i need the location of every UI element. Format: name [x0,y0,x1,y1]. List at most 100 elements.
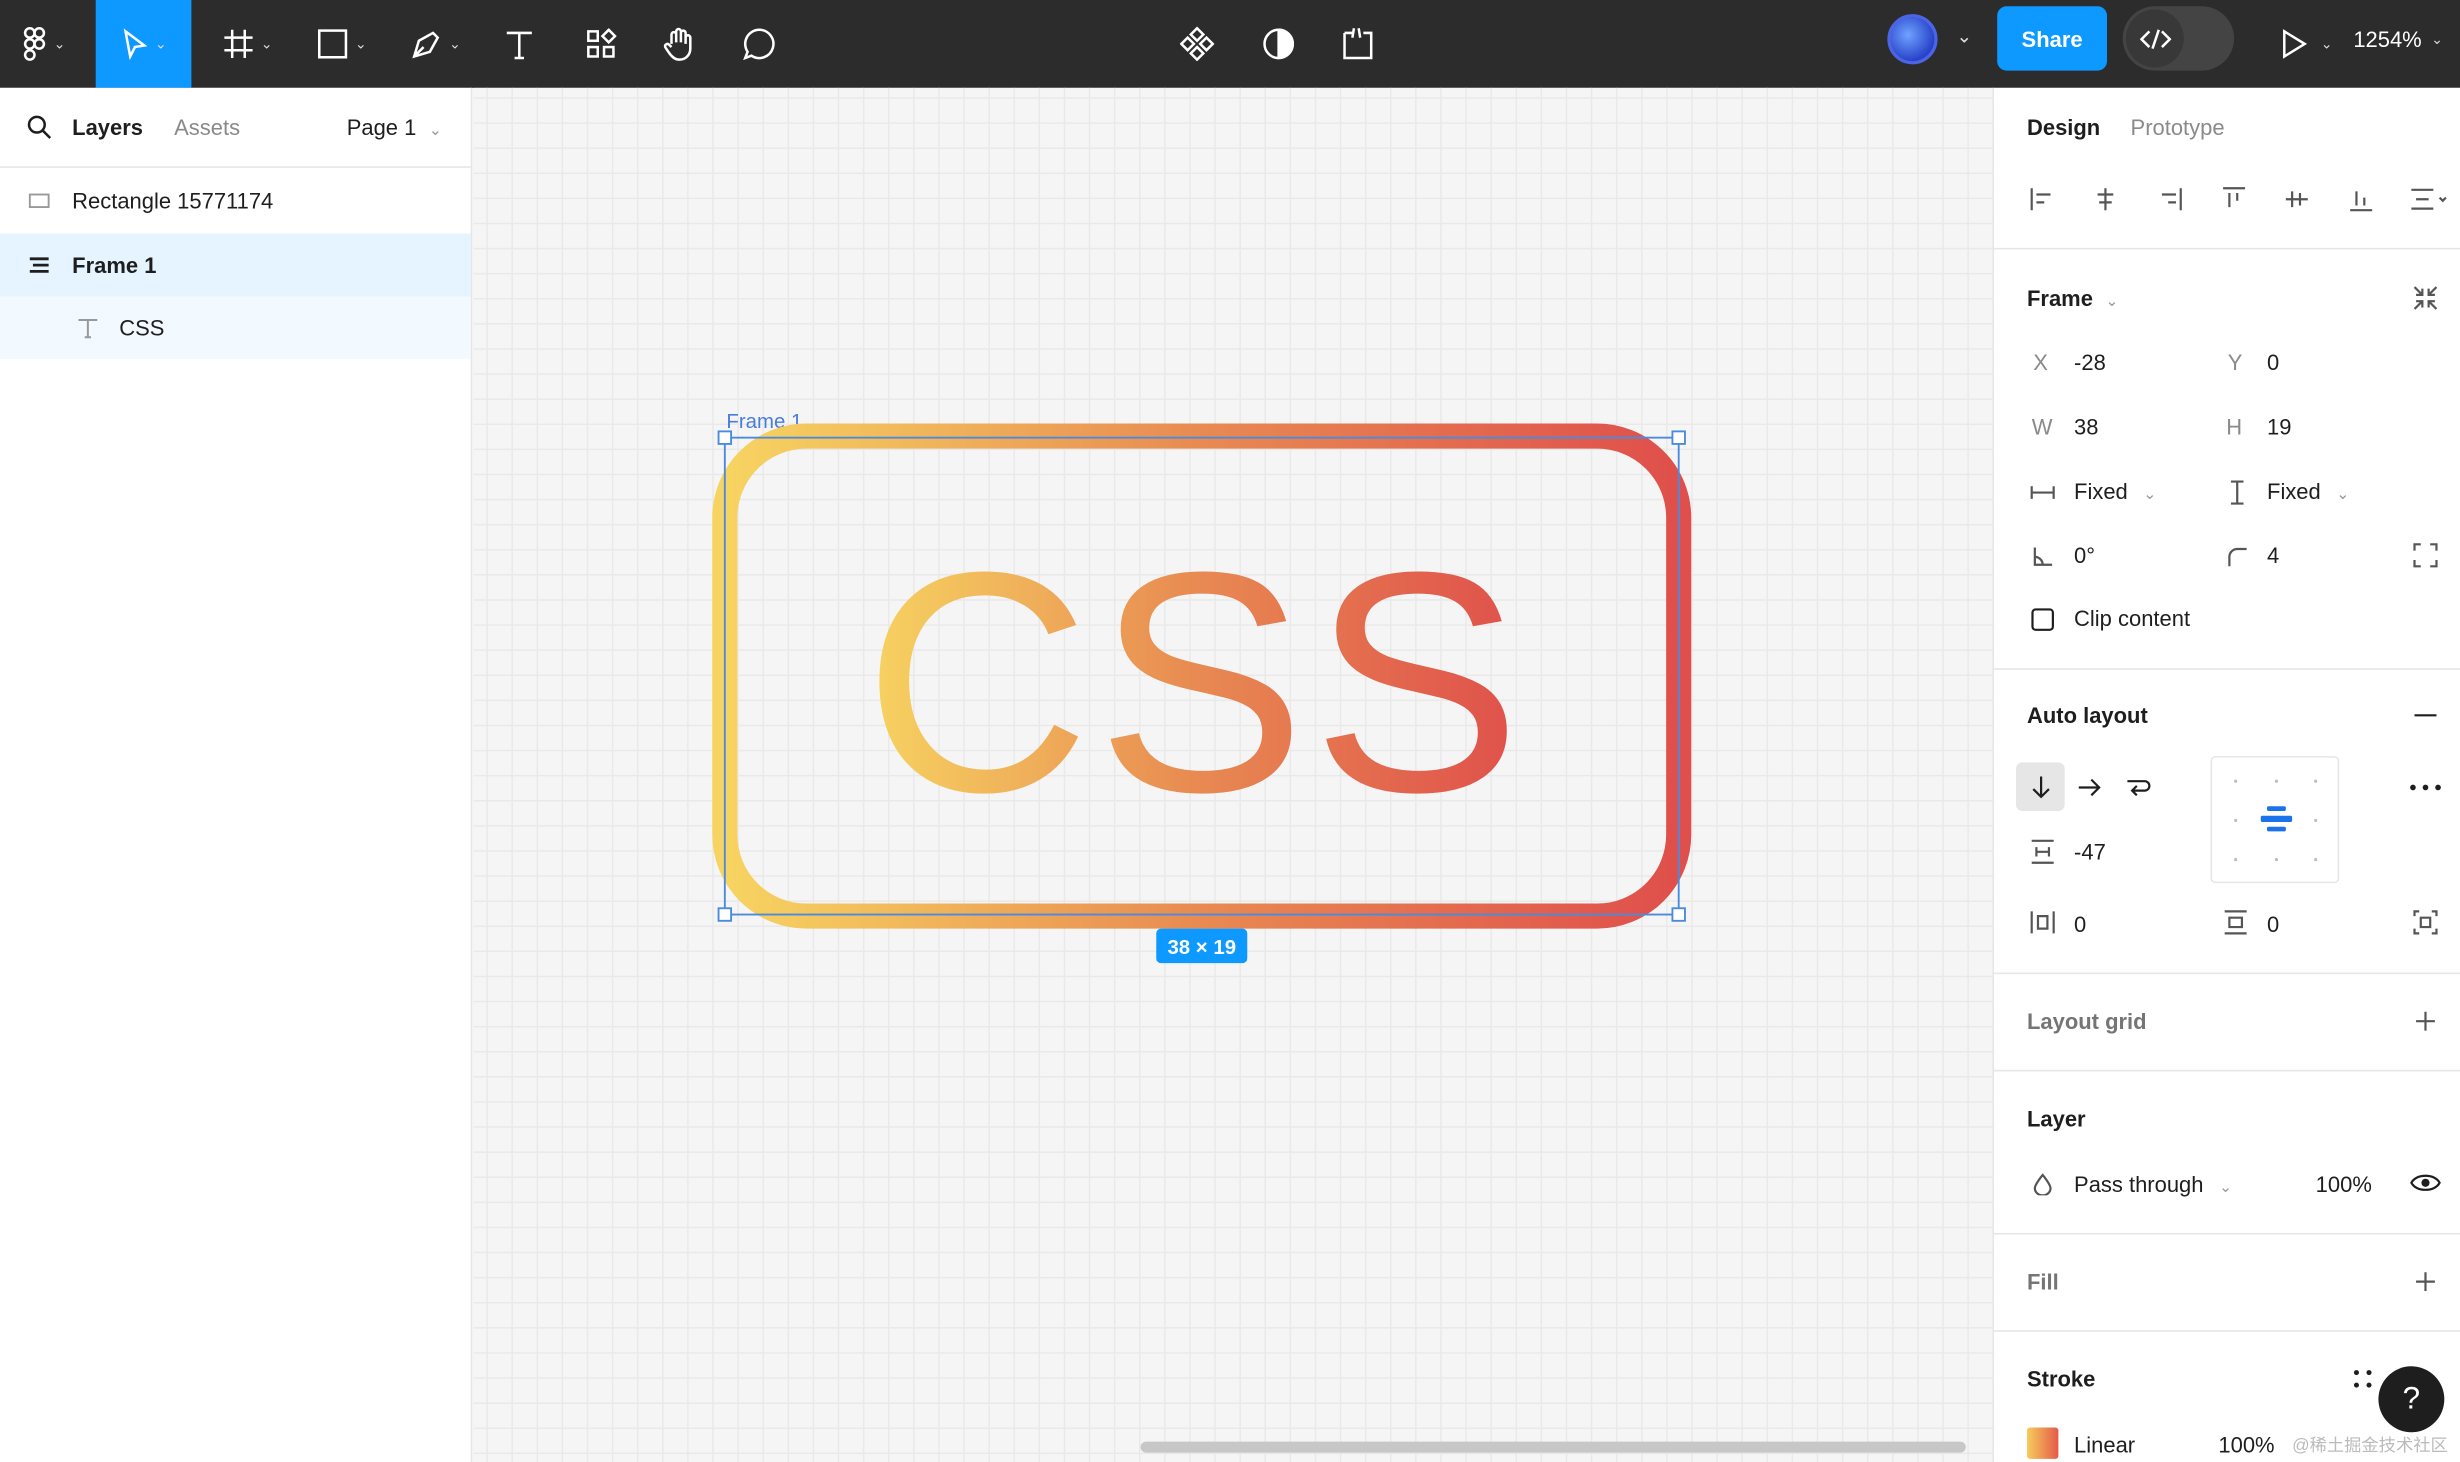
resize-handle[interactable] [717,907,733,922]
stroke-color-swatch[interactable] [2026,1427,2059,1459]
layer-name: Rectangle 15771174 [72,188,274,214]
user-avatar[interactable] [1887,14,1938,65]
share-button[interactable]: Share [1997,6,2108,71]
add-fill-icon[interactable] [2410,1266,2441,1297]
gap-input[interactable]: -47 [2074,839,2106,864]
w-label: W [2031,414,2053,440]
tab-design[interactable]: Design [2027,115,2100,140]
remove-auto-layout-icon[interactable] [2410,700,2441,731]
blend-mode-select[interactable]: Pass through ⌄ [2074,1172,2232,1197]
question-mark-icon: ? [2402,1381,2421,1416]
help-button[interactable]: ? [2378,1366,2445,1433]
chevron-down-icon: ⌄ [2143,486,2157,504]
tab-layers[interactable]: Layers [72,115,143,140]
width-mode-select[interactable]: Fixed ⌄ [2074,478,2156,503]
y-input[interactable]: 0 [2267,350,2279,375]
x-input[interactable]: -28 [2074,350,2106,375]
search-icon[interactable] [27,115,52,140]
horizontal-scrollbar[interactable] [1140,1441,1966,1453]
page-selector[interactable]: Page 1 ⌄ [347,115,442,140]
vertical-direction-icon[interactable] [2016,762,2065,812]
layer-name: Frame 1 [72,252,157,278]
chevron-down-icon: ⌄ [53,35,66,51]
wrap-icon[interactable] [2121,770,2156,805]
radius-input[interactable]: 4 [2267,543,2279,568]
components-icon [587,28,617,58]
independent-corners-icon[interactable] [2410,540,2441,571]
chevron-down-icon[interactable]: ⌄ [1956,25,1972,47]
alignment-dots [2234,779,2318,862]
align-right-icon[interactable] [2153,182,2188,217]
shape-tool-button[interactable]: ⌄ [308,0,377,88]
tab-prototype[interactable]: Prototype [2131,115,2225,140]
align-left-icon[interactable] [2025,182,2060,217]
divider [1994,668,2460,670]
y-label: Y [2227,349,2243,375]
style-grid-icon[interactable] [2347,1363,2378,1394]
chevron-down-icon: ⌄ [2336,486,2350,504]
vertical-padding-input[interactable]: 0 [2267,911,2279,936]
height-mode-select[interactable]: Fixed ⌄ [2267,478,2349,503]
layer-row-rectangle[interactable]: Rectangle 15771174 [0,169,471,232]
css-frame-artwork[interactable]: CSS [709,420,1697,938]
clip-content-checkbox[interactable] [2029,606,2057,634]
rotation-input[interactable]: 0° [2074,543,2095,568]
zoom-level[interactable]: 1254% ⌄ [2353,0,2443,78]
resize-handle[interactable] [1671,430,1686,445]
horizontal-padding-input[interactable]: 0 [2074,911,2086,936]
align-bottom-icon[interactable] [2344,182,2379,217]
chevron-down-icon: ⌄ [2431,30,2443,47]
hand-icon [663,27,692,61]
align-horizontal-center-icon[interactable] [2088,182,2123,217]
align-vertical-center-icon[interactable] [2280,182,2315,217]
frame-tool-button[interactable]: ⌄ [213,0,282,88]
css-text: CSS [863,508,1527,858]
divider [1994,1069,2460,1072]
canvas[interactable]: Frame 1 CSS 38 × 19 [473,87,1993,1462]
layer-row-frame[interactable]: Frame 1 [0,233,471,297]
divider [1994,972,2460,975]
text-tool-button[interactable] [496,0,543,88]
chevron-down-icon: ⌄ [354,35,367,51]
layer-row-text[interactable]: CSS [0,296,471,360]
h-input[interactable]: 19 [2267,414,2291,439]
zoom-value: 1254% [2353,26,2422,52]
resize-handle[interactable] [1671,907,1686,922]
stroke-type-label[interactable]: Linear [2074,1432,2135,1457]
auto-layout-title: Auto layout [2026,702,2148,728]
present-button[interactable]: ⌄ [2272,0,2341,88]
hand-tool-button[interactable] [656,0,703,88]
watermark: @稀土掘金技术社区 [2292,1436,2448,1456]
dev-mode-toggle[interactable] [2122,6,2235,71]
resize-handle[interactable] [717,430,733,445]
frame-section-title[interactable]: Frame ⌄ [2027,285,2118,310]
main-menu-button[interactable]: ⌄ [13,0,76,88]
comment-tool-button[interactable] [736,0,783,88]
layer-section-title: Layer [2026,1105,2086,1132]
component-button[interactable] [1174,0,1221,88]
stroke-opacity-input[interactable]: 100% [2218,1432,2274,1457]
eye-icon[interactable] [2408,1167,2443,1198]
distribute-icon[interactable] [2405,182,2452,217]
horizontal-direction-icon[interactable] [2072,770,2107,805]
comment-icon [743,28,775,61]
w-input[interactable]: 38 [2074,414,2098,439]
pen-tool-button[interactable]: ⌄ [402,0,471,88]
crop-button[interactable] [1334,0,1381,88]
mask-button[interactable] [1255,0,1302,88]
chevron-down-icon: ⌄ [2320,35,2333,51]
code-frame-icon [1343,28,1373,60]
corner-radius-icon [2223,543,2251,571]
alignment-matrix[interactable] [2210,756,2340,884]
add-layout-grid-icon[interactable] [2410,1006,2441,1037]
resources-button[interactable] [577,0,624,88]
layer-opacity-input[interactable]: 100% [2316,1172,2372,1197]
pen-icon [412,31,440,59]
move-tool-button[interactable]: ⌄ [95,0,192,88]
align-top-icon[interactable] [2217,182,2252,217]
blend-mode-value: Pass through [2074,1171,2204,1197]
individual-padding-icon[interactable] [2410,907,2441,938]
collapse-icon[interactable] [2408,281,2443,316]
more-options-icon[interactable] [2405,770,2446,805]
tab-assets[interactable]: Assets [174,115,240,140]
